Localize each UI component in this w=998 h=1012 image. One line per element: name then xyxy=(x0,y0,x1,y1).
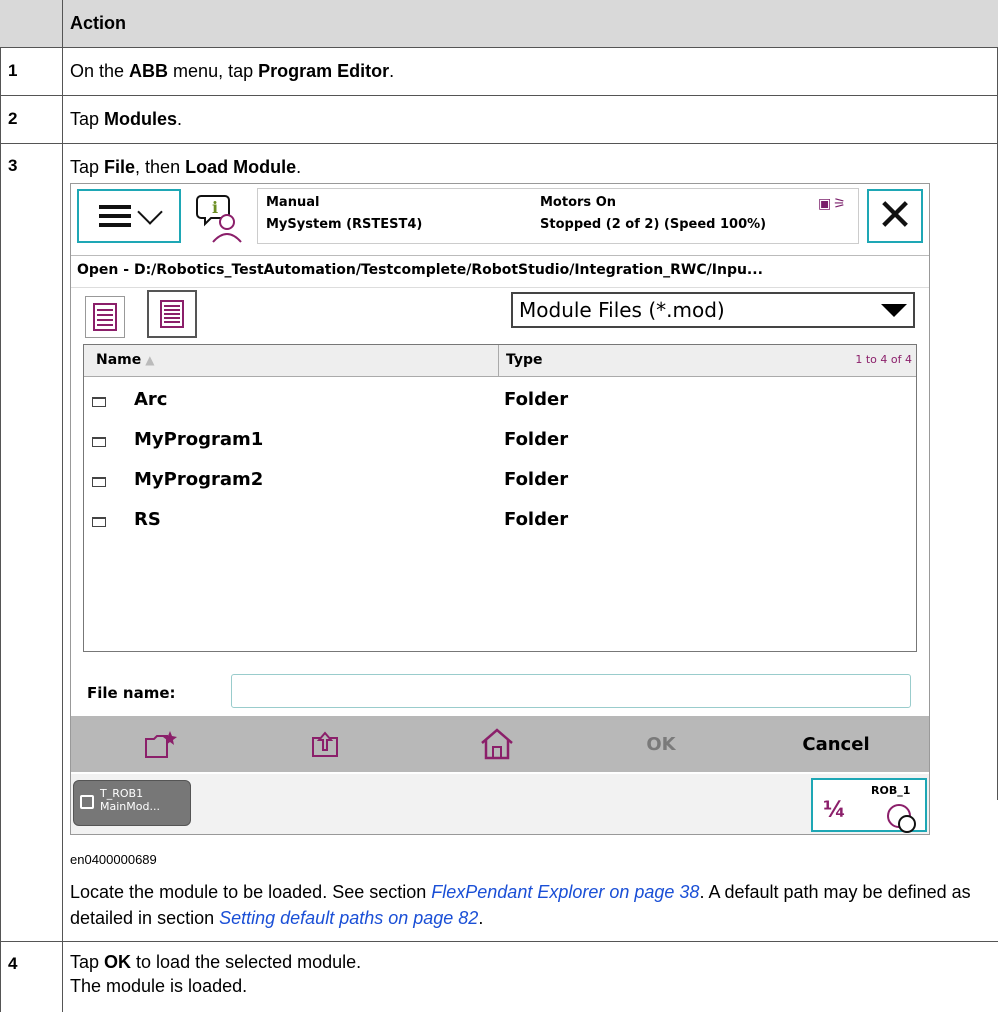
step3-note: Locate the module to be loaded. See sect… xyxy=(70,882,971,928)
motor-state: Motors On xyxy=(540,195,616,210)
list-item[interactable]: Arc Folder xyxy=(84,381,916,421)
module-name: MainMod... xyxy=(100,800,160,813)
detail-view-button[interactable] xyxy=(147,290,197,338)
sort-icon: ▲ xyxy=(145,353,155,367)
robot-state-icon: ▣⚞ xyxy=(818,196,848,212)
system-name: MySystem (RSTEST4) xyxy=(266,217,423,232)
quickset-button[interactable]: ROB_1 ¼ xyxy=(811,778,927,833)
up-folder-icon xyxy=(312,731,338,757)
table-column-divider xyxy=(62,0,63,1012)
mechanical-unit-label: ROB_1 xyxy=(871,784,911,797)
item-name: MyProgram2 xyxy=(134,469,264,490)
step-text: On the ABB menu, tap Program Editor. xyxy=(70,61,395,81)
status-bar: Manual MySystem (RSTEST4) Motors On Stop… xyxy=(257,188,859,244)
svg-text:i: i xyxy=(212,198,218,217)
program-icon xyxy=(80,795,94,809)
program-state: Stopped (2 of 2) (Speed 100%) xyxy=(540,217,767,232)
folder-icon xyxy=(92,477,106,487)
list-item[interactable]: MyProgram1 Folder xyxy=(84,421,916,461)
list-header: Name ▲ Type 1 to 4 of 4 xyxy=(84,345,916,377)
dropdown-arrow-icon xyxy=(881,303,907,317)
new-folder-button[interactable] xyxy=(131,716,191,772)
task-program-button[interactable]: T_ROB1 MainMod... xyxy=(73,780,191,826)
abb-menu-button[interactable] xyxy=(77,189,181,243)
jog-icon xyxy=(887,804,916,833)
item-type: Folder xyxy=(504,469,569,490)
header-action: Action xyxy=(70,13,126,33)
file-type-value: Module Files (*.mod) xyxy=(519,298,725,322)
folder-icon xyxy=(92,397,106,407)
pendant-top-bar: i Manual MySystem (RSTEST4) Motors On St… xyxy=(71,184,929,256)
event-log-icon[interactable]: i xyxy=(195,192,245,244)
cancel-button[interactable]: Cancel xyxy=(771,716,901,772)
chevron-down-icon xyxy=(137,199,163,225)
home-icon xyxy=(481,728,513,760)
figure-caption: en0400000689 xyxy=(70,852,157,867)
detail-view-icon xyxy=(160,300,184,328)
file-name-input[interactable] xyxy=(231,674,911,708)
file-name-label: File name: xyxy=(87,684,176,702)
task-name: T_ROB1 xyxy=(100,787,144,800)
step-number: 3 xyxy=(8,156,18,175)
item-count: 1 to 4 of 4 xyxy=(855,353,912,366)
list-item[interactable]: RS Folder xyxy=(84,501,916,541)
table-row: 1 On the ABB menu, tap Program Editor. xyxy=(0,48,998,96)
list-item[interactable]: MyProgram2 Folder xyxy=(84,461,916,501)
table-row: 4 Tap OK to load the selected module. Th… xyxy=(0,942,998,1012)
step-text: Tap Modules. xyxy=(70,109,183,129)
task-bar: T_ROB1 MainMod... ROB_1 ¼ xyxy=(71,774,929,834)
step-number: 2 xyxy=(8,109,18,128)
file-type-select[interactable]: Module Files (*.mod) xyxy=(511,292,915,328)
column-name[interactable]: Name ▲ xyxy=(96,352,154,368)
axes-indicator: ¼ xyxy=(823,798,846,823)
column-divider xyxy=(498,345,499,377)
step-text: Tap OK to load the selected module. The … xyxy=(70,952,362,996)
operating-mode: Manual xyxy=(266,195,320,210)
folder-icon xyxy=(92,437,106,447)
item-type: Folder xyxy=(504,389,569,410)
new-folder-icon xyxy=(145,731,177,758)
step-number: 1 xyxy=(8,61,18,80)
folder-icon xyxy=(92,517,106,527)
home-button[interactable] xyxy=(467,716,527,772)
current-path: Open - D:/Robotics_TestAutomation/Testco… xyxy=(71,258,929,288)
item-name: RS xyxy=(134,509,161,530)
step-number: 4 xyxy=(8,954,18,973)
item-name: MyProgram1 xyxy=(134,429,264,450)
step-text: Tap File, then Load Module. xyxy=(70,157,302,177)
list-view-icon xyxy=(93,303,117,331)
hamburger-icon xyxy=(99,205,131,227)
command-bar: OK Cancel xyxy=(71,716,929,772)
table-row: 2 Tap Modules. xyxy=(0,96,998,144)
item-type: Folder xyxy=(504,509,569,530)
close-button[interactable]: ✕ xyxy=(867,189,923,243)
up-one-level-button[interactable] xyxy=(295,716,355,772)
link-setting-default-paths[interactable]: Setting default paths on page 82 xyxy=(219,908,478,928)
list-view-button[interactable] xyxy=(85,296,125,338)
item-name: Arc xyxy=(134,389,168,410)
table-header-row: Action xyxy=(0,0,998,48)
ok-button[interactable]: OK xyxy=(611,716,711,772)
flexpendant-screenshot: i Manual MySystem (RSTEST4) Motors On St… xyxy=(70,183,930,835)
item-type: Folder xyxy=(504,429,569,450)
link-flexpendant-explorer[interactable]: FlexPendant Explorer on page 38 xyxy=(431,882,699,902)
column-type[interactable]: Type xyxy=(506,352,543,368)
file-list: Name ▲ Type 1 to 4 of 4 Arc Folder MyProg… xyxy=(83,344,917,652)
